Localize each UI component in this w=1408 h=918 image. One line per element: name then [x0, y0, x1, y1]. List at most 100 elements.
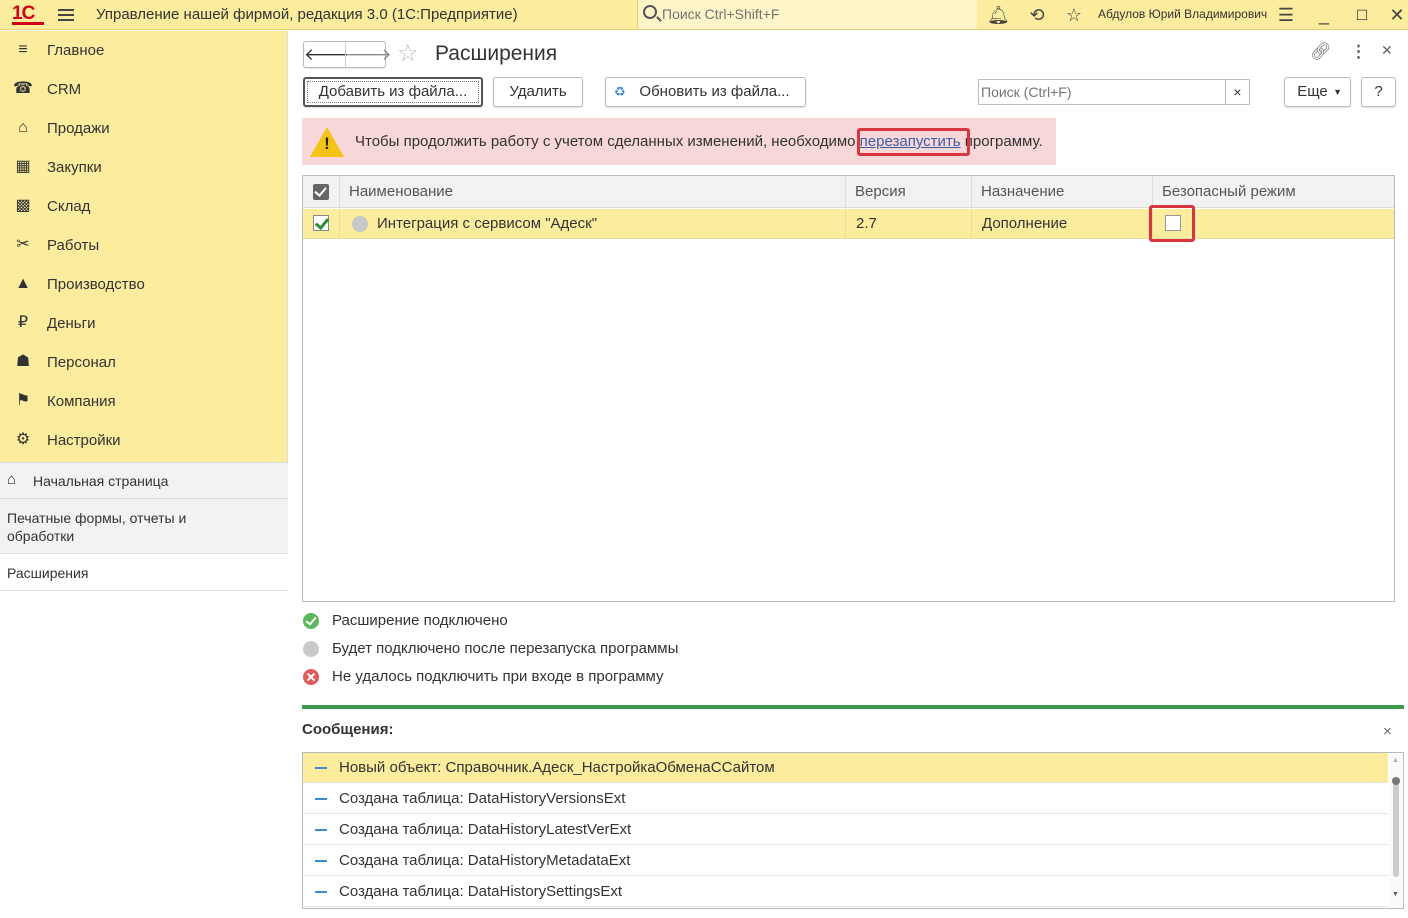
logo-underline — [12, 22, 44, 25]
open-window-label: Печатные формы, отчеты и обработки — [7, 510, 187, 544]
history-nav: 🡐 🡒 — [303, 41, 392, 68]
list-icon: ≡ — [18, 41, 28, 58]
messages-close-button[interactable]: × — [1383, 723, 1392, 740]
sidebar-item-settings[interactable]: ⚙ Настройки — [0, 421, 288, 460]
sidebar-item-label: Главное — [47, 42, 105, 59]
sidebar-item-warehouse[interactable]: ▩ Склад — [0, 187, 288, 226]
button-label: Обновить из файла... — [639, 83, 790, 100]
sidebar: ≡ Главное ☎ CRM ⌂ Продажи ▦ Закупки ▩ Ск… — [0, 31, 288, 918]
more-vertical-icon[interactable]: ⋮ — [1350, 42, 1367, 62]
messages-list: Новый объект: Справочник.Адеск_Настройка… — [302, 752, 1404, 909]
column-version[interactable]: Версия — [846, 176, 972, 208]
messages-divider — [302, 705, 1404, 709]
minimize-icon[interactable]: _ — [1313, 4, 1335, 26]
sidebar-item-company[interactable]: ⚑ Компания — [0, 382, 288, 421]
message-dash-icon — [315, 891, 327, 893]
refresh-file-icon: ♻︎ — [614, 84, 626, 99]
open-window-extensions[interactable]: Расширения — [0, 554, 288, 591]
clear-search-button[interactable]: × — [1225, 80, 1249, 104]
factory-icon: ▲ — [15, 275, 31, 292]
restart-link-highlight — [857, 128, 970, 156]
messages-scrollbar[interactable]: ▲ ▼ — [1389, 753, 1403, 908]
open-window-label: Расширения — [7, 565, 89, 581]
search-field[interactable]: × — [978, 79, 1250, 105]
column-name[interactable]: Наименование — [340, 176, 846, 208]
user-name[interactable]: Абдулов Юрий Владимирович — [1098, 7, 1267, 21]
row-checkbox[interactable] — [313, 215, 329, 231]
bell-icon[interactable]: 🔔︎ — [987, 4, 1010, 26]
update-from-file-button[interactable]: ♻︎ Обновить из файла... — [605, 77, 806, 107]
favorite-star-icon[interactable]: ☆ — [397, 40, 419, 68]
sidebar-item-sales[interactable]: ⌂ Продажи — [0, 109, 288, 148]
message-item[interactable]: Новый объект: Справочник.Адеск_Настройка… — [303, 753, 1388, 783]
table-row[interactable]: Интеграция с сервисом "Адеск" 2.7 Дополн… — [303, 209, 1394, 239]
warning-text-before: Чтобы продолжить работу с учетом сделанн… — [355, 133, 860, 150]
app-title: Управление нашей фирмой, редакция 3.0 (1… — [96, 6, 518, 23]
main-content: 🡐 🡒 ☆ Расширения 🔗︎ ⋮ ✕ Добавить из файл… — [289, 31, 1408, 918]
message-dash-icon — [315, 767, 327, 769]
global-search[interactable] — [637, 0, 977, 29]
forward-button[interactable]: 🡒 — [346, 45, 392, 65]
row-check-cell — [303, 209, 340, 239]
sidebar-item-label: Персонал — [47, 354, 116, 371]
cart-icon: ▦ — [15, 158, 31, 175]
message-item[interactable]: Создана таблица: DataHistoryVersionsExt — [303, 784, 1388, 814]
sidebar-item-label: Продажи — [47, 120, 110, 137]
sidebar-item-works[interactable]: ✂ Работы — [0, 226, 288, 265]
main-menu-icon[interactable] — [58, 6, 76, 22]
sidebar-item-purchases[interactable]: ▦ Закупки — [0, 148, 288, 187]
sidebar-item-label: Настройки — [47, 432, 121, 449]
column-safe-mode[interactable]: Безопасный режим — [1153, 176, 1394, 208]
select-all-checkbox[interactable] — [303, 176, 340, 208]
basket-icon: ⌂ — [18, 119, 28, 136]
message-dash-icon — [315, 860, 327, 862]
more-button[interactable]: Еще ▼ — [1284, 77, 1351, 107]
message-item[interactable]: Создана таблица: DataHistoryLatestVerExt — [303, 815, 1388, 845]
sidebar-item-label: CRM — [47, 81, 82, 98]
message-text: Создана таблица: DataHistoryMetadataExt — [339, 852, 631, 869]
close-icon[interactable]: ✕ — [1386, 4, 1408, 26]
add-from-file-button[interactable]: Добавить из файла... — [303, 77, 483, 107]
sidebar-item-personnel[interactable]: ☗ Персонал — [0, 343, 288, 382]
delete-button[interactable]: Удалить — [493, 77, 583, 107]
maximize-icon[interactable]: ☐ — [1351, 4, 1373, 26]
top-bar: 1С Управление нашей фирмой, редакция 3.0… — [0, 0, 1408, 30]
link-icon[interactable]: 🔗︎ — [1310, 42, 1332, 62]
message-dash-icon — [315, 798, 327, 800]
help-button[interactable]: ? — [1361, 77, 1396, 107]
scroll-down-icon[interactable]: ▼ — [1392, 891, 1399, 898]
table-header: Наименование Версия Назначение Безопасны… — [303, 176, 1394, 208]
sidebar-item-label: Работы — [47, 237, 100, 254]
people-icon: ☗ — [15, 353, 31, 370]
page-title: Расширения — [435, 42, 558, 65]
close-form-icon[interactable]: ✕ — [1381, 42, 1393, 59]
sidebar-item-main[interactable]: ≡ Главное — [0, 31, 288, 70]
home-icon: ⌂ — [7, 471, 17, 488]
history-icon[interactable]: ⟲ — [1026, 4, 1048, 26]
sidebar-item-money[interactable]: ₽ Деньги — [0, 304, 288, 343]
sidebar-item-label: Закупки — [47, 159, 102, 176]
warning-mark: ! — [324, 134, 330, 153]
sidebar-item-label: Компания — [47, 393, 116, 410]
message-item[interactable]: Создана таблица: DataHistoryMetadataExt — [303, 846, 1388, 876]
open-window-home[interactable]: ⌂ Начальная страница — [0, 463, 288, 499]
column-purpose[interactable]: Назначение — [972, 176, 1153, 208]
sidebar-item-label: Деньги — [47, 315, 96, 332]
global-search-input[interactable] — [662, 4, 962, 24]
search-input[interactable] — [981, 83, 1221, 101]
flag-icon: ⚑ — [15, 392, 31, 409]
menu-lines-icon[interactable]: ☰ — [1275, 4, 1297, 26]
ruble-icon: ₽ — [17, 314, 29, 331]
message-item[interactable]: Создана таблица: DataHistorySettingsExt — [303, 877, 1388, 907]
back-button[interactable]: 🡐 — [304, 45, 350, 65]
open-window-label: Начальная страница — [33, 473, 169, 489]
sidebar-item-production[interactable]: ▲ Производство — [0, 265, 288, 304]
search-icon — [643, 5, 657, 19]
scroll-up-icon[interactable]: ▲ — [1392, 757, 1399, 764]
message-text: Создана таблица: DataHistoryVersionsExt — [339, 790, 626, 807]
scroll-thumb[interactable] — [1393, 777, 1399, 877]
open-window-print-forms[interactable]: Печатные формы, отчеты и обработки — [0, 499, 288, 554]
sidebar-item-crm[interactable]: ☎ CRM — [0, 70, 288, 109]
message-text: Создана таблица: DataHistorySettingsExt — [339, 883, 623, 900]
star-icon[interactable]: ☆ — [1063, 4, 1085, 26]
